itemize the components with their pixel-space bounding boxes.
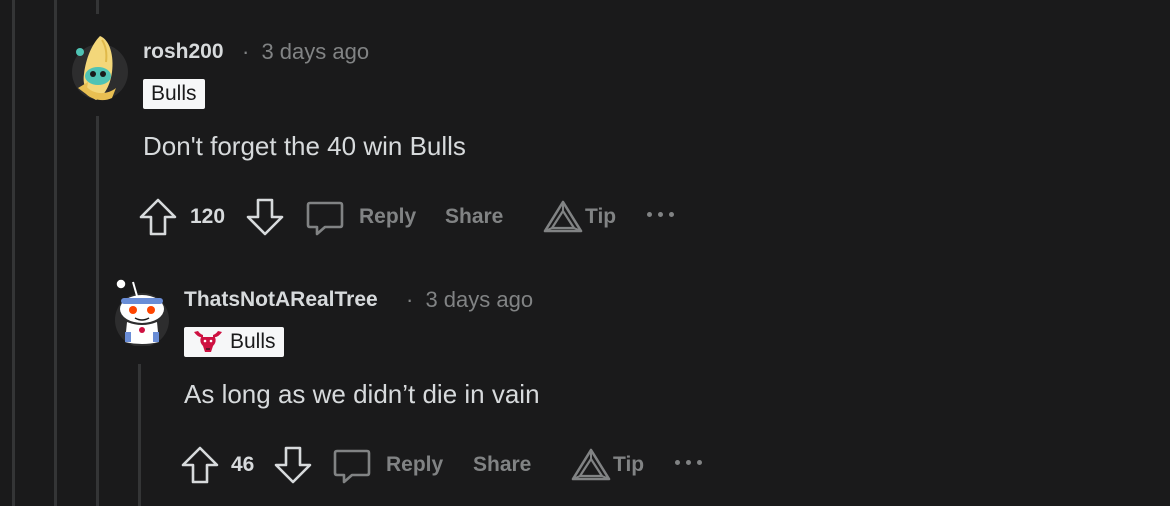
- comment-body: As long as we didn’t die in vain: [184, 379, 540, 409]
- vote-count-label: 46: [231, 453, 255, 476]
- comment-meta: · 3 days ago: [242, 39, 369, 65]
- user-flair[interactable]: Bulls: [143, 79, 205, 109]
- horizontal-ellipsis-icon: [675, 460, 680, 465]
- horizontal-ellipsis-icon: [697, 460, 702, 465]
- avatar[interactable]: [113, 276, 171, 347]
- avatar-snoo-icon: [115, 278, 169, 347]
- arrow-down-outline-icon: [246, 198, 284, 236]
- more-options-button[interactable]: [675, 460, 702, 465]
- share-label: Share: [473, 453, 532, 476]
- reply-button[interactable]: Reply: [332, 445, 443, 485]
- comment-body: Don't forget the 40 win Bulls: [143, 131, 466, 161]
- upvote-button[interactable]: [180, 445, 220, 485]
- reply-label: Reply: [359, 205, 417, 228]
- tip-label: Tip: [613, 453, 645, 476]
- comment-username[interactable]: ThatsNotARealTree: [184, 288, 378, 312]
- reply-button[interactable]: Reply: [305, 197, 416, 237]
- more-options-button[interactable]: [647, 212, 674, 217]
- speech-bubble-icon: [306, 201, 344, 236]
- flair-label: Bulls: [151, 82, 197, 105]
- bulls-logo-icon: [194, 331, 222, 352]
- meta-separator: ·: [406, 287, 414, 312]
- triangle-tip-icon: [571, 448, 611, 481]
- horizontal-ellipsis-icon: [658, 212, 663, 217]
- vote-count: 46: [231, 445, 254, 485]
- share-button[interactable]: Share: [445, 197, 503, 237]
- avatar[interactable]: [72, 36, 128, 101]
- avatar-banana-icon: [72, 36, 128, 101]
- comment-username[interactable]: rosh200: [143, 40, 224, 64]
- share-button[interactable]: Share: [473, 445, 531, 485]
- thread-line-parent[interactable]: [96, 0, 99, 14]
- share-label: Share: [445, 205, 504, 228]
- horizontal-ellipsis-icon: [647, 212, 652, 217]
- tip-button[interactable]: Tip: [543, 197, 616, 237]
- tip-button[interactable]: Tip: [571, 445, 644, 485]
- thread-line-outer-1[interactable]: [12, 0, 15, 506]
- arrow-up-outline-icon: [139, 198, 177, 236]
- comment-timestamp[interactable]: 3 days ago: [425, 287, 533, 312]
- vote-count: 120: [190, 197, 225, 237]
- comment-meta: · 3 days ago: [406, 287, 533, 313]
- user-flair[interactable]: Bulls: [184, 327, 284, 357]
- thread-line-comment-1[interactable]: [96, 116, 99, 506]
- downvote-button[interactable]: [245, 197, 285, 237]
- comment-thread: rosh200 · 3 days ago Bulls Don't forget …: [0, 0, 1170, 506]
- thread-line-outer-2[interactable]: [54, 0, 57, 506]
- horizontal-ellipsis-icon: [669, 212, 674, 217]
- tip-label: Tip: [585, 205, 617, 228]
- comment-timestamp[interactable]: 3 days ago: [261, 39, 369, 64]
- downvote-button[interactable]: [273, 445, 313, 485]
- meta-separator: ·: [242, 39, 250, 64]
- vote-count-label: 120: [190, 205, 226, 228]
- flair-label: Bulls: [230, 330, 276, 353]
- arrow-up-outline-icon: [181, 446, 219, 484]
- upvote-button[interactable]: [138, 197, 178, 237]
- thread-line-comment-2[interactable]: [138, 364, 141, 506]
- reply-label: Reply: [386, 453, 444, 476]
- speech-bubble-icon: [333, 449, 371, 484]
- horizontal-ellipsis-icon: [686, 460, 691, 465]
- arrow-down-outline-icon: [274, 446, 312, 484]
- triangle-tip-icon: [543, 200, 583, 233]
